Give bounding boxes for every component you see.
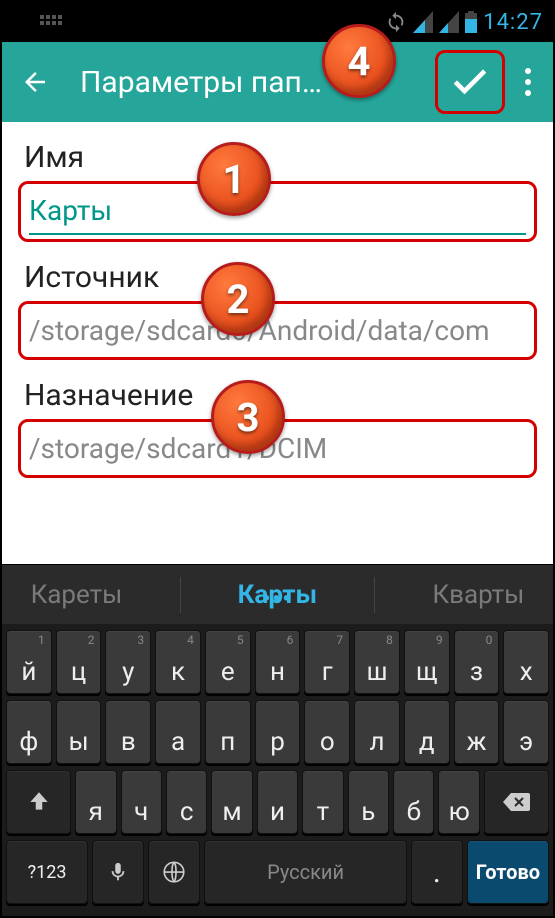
key-т[interactable]: т (302, 770, 343, 834)
check-icon (448, 60, 492, 104)
key-м[interactable]: м (211, 770, 252, 834)
key-hint: 3 (137, 633, 144, 647)
keyboard-row-bottom: ?123 Русский . Готово (6, 840, 549, 904)
confirm-button[interactable] (435, 50, 505, 114)
suggestion-separator (374, 577, 375, 613)
key-hint: 4 (187, 633, 194, 647)
key-х[interactable]: х (503, 630, 549, 694)
annotation-1: 1 (197, 142, 271, 216)
key-ч[interactable]: ч (121, 770, 162, 834)
key-п[interactable]: п (205, 700, 251, 764)
keyboard-row-3: ячсмитьбю (6, 770, 549, 834)
symbols-key[interactable]: ?123 (6, 840, 88, 904)
back-button[interactable] (20, 67, 50, 97)
shift-key[interactable] (6, 770, 71, 834)
clock: 14:27 (483, 10, 543, 35)
keyboard: й1ц2у3к4е5н6г7ш8щ9з0х фывапролджэ ячсмит… (2, 624, 553, 916)
key-й[interactable]: й1 (6, 630, 52, 694)
name-input-wrap (18, 181, 537, 242)
sync-icon (385, 11, 407, 33)
key-ы[interactable]: ы (56, 700, 102, 764)
key-к[interactable]: к4 (155, 630, 201, 694)
action-bar: Параметры пап… (2, 42, 553, 122)
key-э[interactable]: э (503, 700, 549, 764)
signal-icon-2 (439, 11, 459, 33)
annotation-3: 3 (211, 380, 285, 454)
key-ф[interactable]: ф (6, 700, 52, 764)
key-г[interactable]: г7 (304, 630, 350, 694)
source-input[interactable] (29, 308, 526, 353)
source-label: Источник (18, 248, 537, 301)
key-а[interactable]: а (155, 700, 201, 764)
key-hint: 6 (287, 633, 294, 647)
key-ю[interactable]: ю (438, 770, 479, 834)
keyboard-row-2: фывапролджэ (6, 700, 549, 764)
key-hint: 9 (436, 633, 443, 647)
key-щ[interactable]: щ9 (404, 630, 450, 694)
key-hint: 2 (88, 633, 95, 647)
backspace-key[interactable] (484, 770, 549, 834)
key-о[interactable]: о (304, 700, 350, 764)
space-key[interactable]: Русский (204, 840, 406, 904)
key-hint: 0 (486, 633, 493, 647)
key-hint: 5 (237, 633, 244, 647)
statusbar-right: 14:27 (385, 10, 543, 35)
key-у[interactable]: у3 (105, 630, 151, 694)
statusbar-left-icons (40, 15, 66, 29)
key-д[interactable]: д (404, 700, 450, 764)
key-е[interactable]: е5 (205, 630, 251, 694)
key-hint: 8 (386, 633, 393, 647)
key-н[interactable]: н6 (255, 630, 301, 694)
key-р[interactable]: р (255, 700, 301, 764)
mic-icon (107, 858, 129, 886)
globe-key[interactable] (148, 840, 200, 904)
key-б[interactable]: б (393, 770, 434, 834)
name-input[interactable] (29, 188, 526, 235)
status-bar: 14:27 (2, 2, 553, 42)
suggestion-left[interactable]: Кареты (31, 580, 123, 610)
overflow-menu-button[interactable] (513, 68, 543, 96)
suggestion-bar: Кареты Карты ••• Кварты (2, 564, 553, 624)
key-л[interactable]: л (354, 700, 400, 764)
mic-key[interactable] (92, 840, 144, 904)
period-key[interactable]: . (411, 840, 463, 904)
backspace-icon (501, 791, 531, 813)
key-з[interactable]: з0 (454, 630, 500, 694)
name-label: Имя (18, 128, 537, 181)
signal-icon (413, 11, 433, 33)
key-ш[interactable]: ш8 (354, 630, 400, 694)
key-ц[interactable]: ц2 (56, 630, 102, 694)
key-hint: 7 (336, 633, 343, 647)
suggestion-separator (180, 577, 181, 613)
suggestion-mid[interactable]: Карты ••• (238, 580, 317, 610)
key-hint: 1 (38, 633, 45, 647)
key-и[interactable]: и (257, 770, 298, 834)
key-ь[interactable]: ь (348, 770, 389, 834)
key-с[interactable]: с (166, 770, 207, 834)
suggestion-right[interactable]: Кварты (432, 580, 524, 610)
done-key[interactable]: Готово (467, 840, 549, 904)
battery-icon (465, 11, 477, 33)
key-в[interactable]: в (105, 700, 151, 764)
globe-icon (161, 859, 187, 885)
source-input-wrap (18, 301, 537, 360)
keyboard-row-1: й1ц2у3к4е5н6г7ш8щ9з0х (6, 630, 549, 694)
ellipsis-icon: ••• (263, 587, 293, 612)
key-я[interactable]: я (75, 770, 116, 834)
shift-icon (26, 789, 52, 815)
arrow-left-icon (20, 67, 50, 97)
grid-icon (40, 15, 66, 29)
annotation-4: 4 (322, 24, 396, 98)
key-ж[interactable]: ж (454, 700, 500, 764)
annotation-2: 2 (201, 262, 275, 336)
